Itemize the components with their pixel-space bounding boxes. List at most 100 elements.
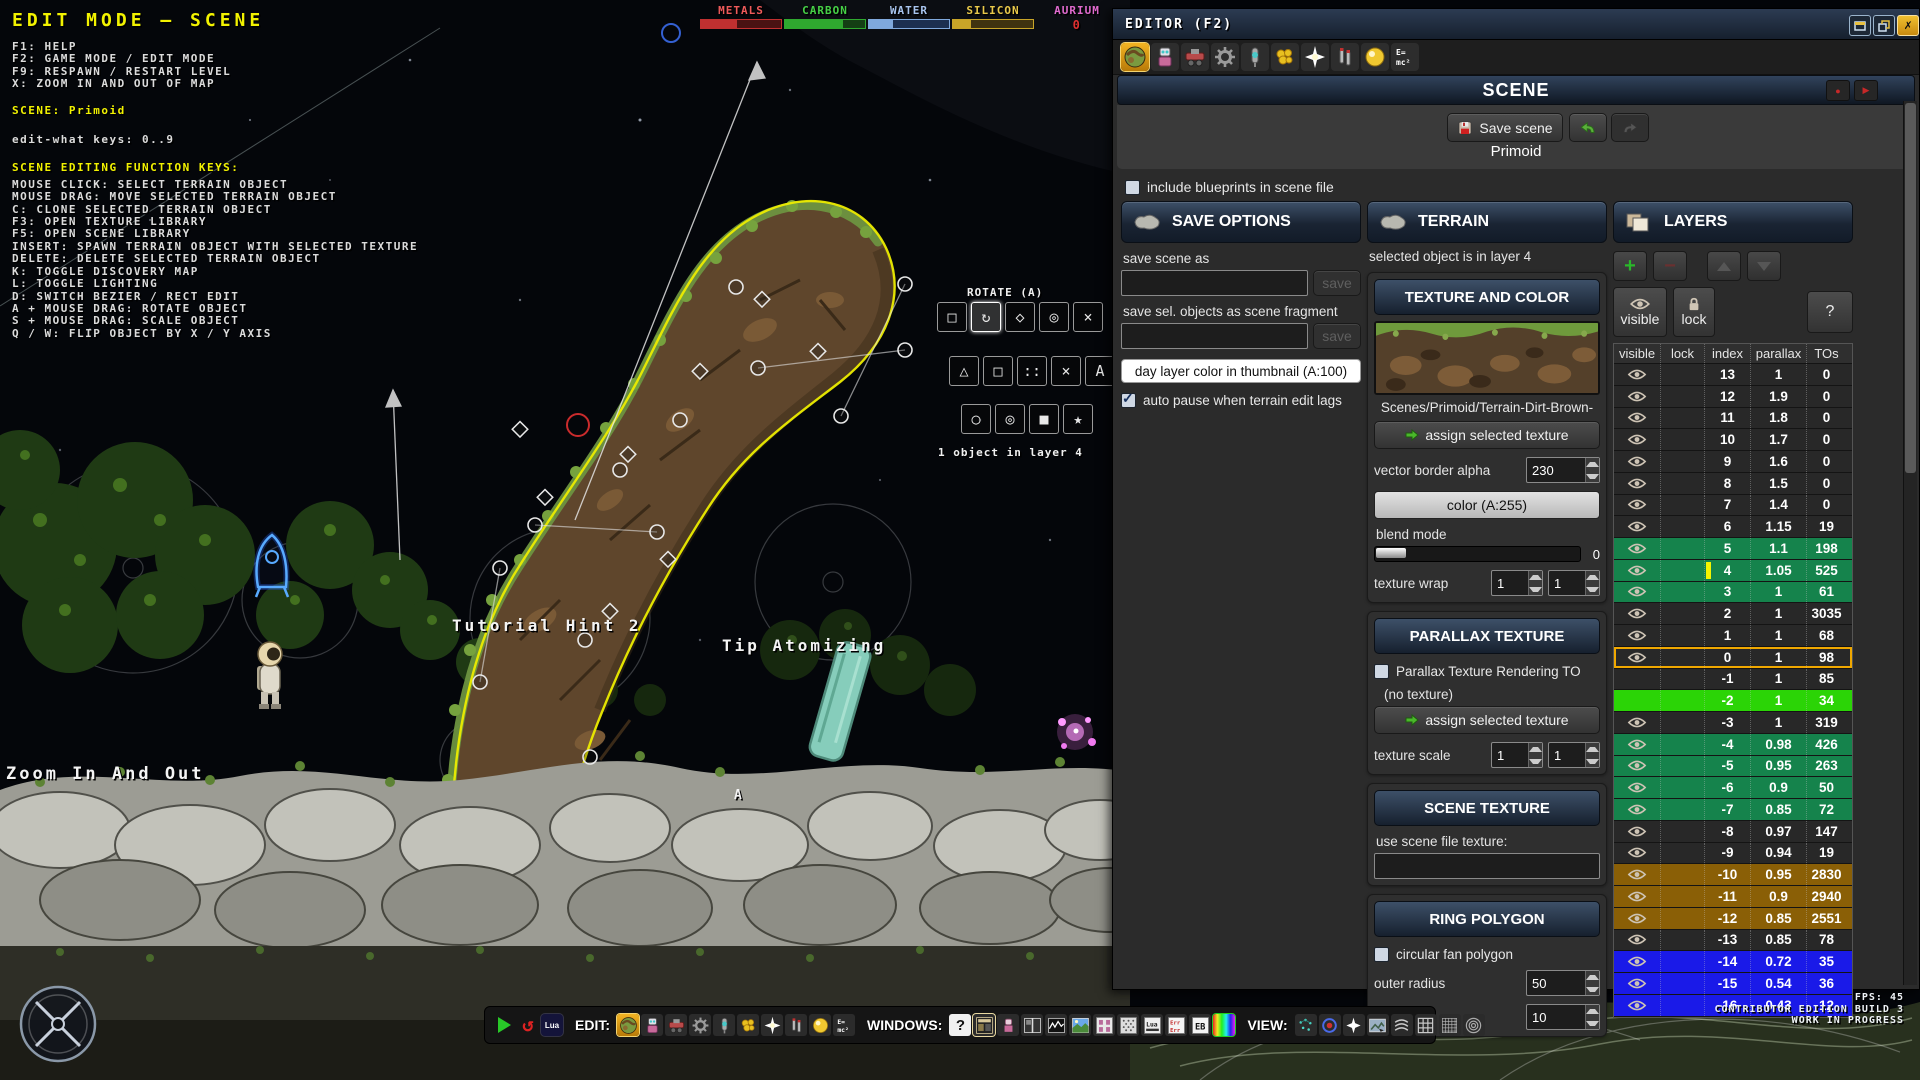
layer-row[interactable]: -120.852551 xyxy=(1614,908,1852,930)
eye-icon[interactable] xyxy=(1626,912,1648,925)
layer-row[interactable]: 0198 xyxy=(1614,647,1852,669)
layer-row[interactable]: -40.98426 xyxy=(1614,734,1852,756)
layer-cell-visible[interactable] xyxy=(1614,690,1660,711)
layer-cell-visible[interactable] xyxy=(1614,364,1660,385)
fine-grid-icon[interactable] xyxy=(1439,1014,1461,1036)
landscape-window-icon[interactable] xyxy=(1069,1014,1091,1036)
emc2-icon[interactable]: E=mc² xyxy=(1391,43,1419,71)
save-scene-button[interactable]: Save scene xyxy=(1447,113,1563,142)
bezier-tool[interactable]: ◇ xyxy=(1005,302,1035,332)
fragment-save-button[interactable]: save xyxy=(1313,323,1361,349)
layer-row[interactable]: 71.40 xyxy=(1614,495,1852,517)
layer-cell-visible[interactable] xyxy=(1614,495,1660,516)
eye-icon[interactable] xyxy=(1626,977,1648,990)
gear-icon[interactable] xyxy=(689,1014,711,1036)
cut-tool[interactable]: × xyxy=(1073,302,1103,332)
layer-cell-visible[interactable] xyxy=(1614,451,1660,472)
layer-row[interactable]: -90.9419 xyxy=(1614,843,1852,865)
layer-cell-visible[interactable] xyxy=(1614,560,1660,581)
eye-icon[interactable] xyxy=(1626,803,1648,816)
swirl-icon[interactable] xyxy=(1391,1014,1413,1036)
layer-cell-visible[interactable] xyxy=(1614,908,1660,929)
layer-cell-visible[interactable] xyxy=(1614,386,1660,407)
eye-icon[interactable] xyxy=(1626,498,1648,511)
ring-tool[interactable]: ○ xyxy=(961,404,991,434)
eye-icon[interactable] xyxy=(1626,520,1648,533)
missiles-icon[interactable] xyxy=(785,1014,807,1036)
gold-icon[interactable] xyxy=(737,1014,759,1036)
split-window-icon[interactable] xyxy=(1021,1014,1043,1036)
layer-cell-visible[interactable] xyxy=(1614,864,1660,885)
eye-icon[interactable] xyxy=(1626,716,1648,729)
eye-icon[interactable] xyxy=(1626,585,1648,598)
orb-icon[interactable] xyxy=(809,1014,831,1036)
points-tool[interactable]: :: xyxy=(1017,356,1047,386)
orbit-dot-icon[interactable] xyxy=(1319,1014,1341,1036)
particles-icon[interactable] xyxy=(1295,1014,1317,1036)
eye-icon[interactable] xyxy=(1626,933,1648,946)
eye-icon[interactable] xyxy=(1626,564,1648,577)
eye-icon[interactable] xyxy=(1626,542,1648,555)
restart-button[interactable]: ↺ xyxy=(517,1014,539,1036)
layer-row[interactable]: 101.70 xyxy=(1614,429,1852,451)
layer-cell-visible[interactable] xyxy=(1614,582,1660,603)
probe-icon[interactable] xyxy=(713,1014,735,1036)
layer-cell-visible[interactable] xyxy=(1614,951,1660,972)
layers-help-button[interactable]: ? xyxy=(1807,291,1853,333)
layer-row[interactable]: -1185 xyxy=(1614,669,1852,691)
blend-mode-slider[interactable] xyxy=(1374,546,1581,562)
eye-icon[interactable] xyxy=(1626,651,1648,664)
layer-cell-visible[interactable] xyxy=(1614,538,1660,559)
eb-window-icon[interactable]: EB xyxy=(1189,1014,1211,1036)
text-tool[interactable]: A xyxy=(1085,356,1115,386)
toggle-visible-button[interactable]: visible xyxy=(1613,287,1667,337)
panel-scrollbar[interactable] xyxy=(1903,101,1917,985)
orb-icon[interactable] xyxy=(1361,43,1389,71)
save-scene-as-input[interactable] xyxy=(1121,270,1308,296)
layer-row[interactable]: 51.1198 xyxy=(1614,538,1852,560)
scene-texture-input[interactable] xyxy=(1374,853,1600,879)
layer-row[interactable]: -60.950 xyxy=(1614,777,1852,799)
assign-texture-button[interactable]: assign selected texture xyxy=(1374,421,1600,449)
auto-pause-checkbox[interactable] xyxy=(1121,393,1136,408)
circular-fan-checkbox[interactable] xyxy=(1374,947,1389,962)
layer-cell-visible[interactable] xyxy=(1614,429,1660,450)
layer-row[interactable]: 213035 xyxy=(1614,603,1852,625)
add-layer-button[interactable]: + xyxy=(1613,251,1647,281)
layer-row[interactable]: 41.05525 xyxy=(1614,560,1852,582)
eye-icon[interactable] xyxy=(1626,411,1648,424)
layer-cell-visible[interactable] xyxy=(1614,995,1660,1016)
undo-button[interactable] xyxy=(1569,113,1607,142)
robot-icon[interactable] xyxy=(641,1014,663,1036)
scrollbar-thumb[interactable] xyxy=(1905,103,1916,473)
lua-window-icon[interactable]: Lua xyxy=(1141,1014,1163,1036)
layer-cell-visible[interactable] xyxy=(1614,821,1660,842)
rings-icon[interactable] xyxy=(1463,1014,1485,1036)
eye-icon[interactable] xyxy=(1626,368,1648,381)
layer-cell-visible[interactable] xyxy=(1614,886,1660,907)
layer-row[interactable]: 1168 xyxy=(1614,625,1852,647)
lua-console-button[interactable]: Lua xyxy=(541,1014,563,1036)
eye-icon[interactable] xyxy=(1626,846,1648,859)
layer-cell-visible[interactable] xyxy=(1614,625,1660,646)
layer-row[interactable]: -50.95263 xyxy=(1614,756,1852,778)
layer-row[interactable]: -100.952830 xyxy=(1614,864,1852,886)
color-button[interactable]: color (A:255) xyxy=(1374,491,1600,519)
planet-icon[interactable] xyxy=(1121,43,1149,71)
photo-arrow-icon[interactable] xyxy=(1367,1014,1389,1036)
layer-cell-visible[interactable] xyxy=(1614,647,1660,668)
save-scene-as-button[interactable]: save xyxy=(1313,270,1361,296)
layer-row[interactable]: -110.92940 xyxy=(1614,886,1852,908)
layer-cell-visible[interactable] xyxy=(1614,843,1660,864)
eye-icon[interactable] xyxy=(1626,433,1648,446)
eye-icon[interactable] xyxy=(1626,477,1648,490)
parallax-checkbox[interactable] xyxy=(1374,664,1389,679)
move-tool[interactable]: □ xyxy=(937,302,967,332)
explosion-icon[interactable] xyxy=(1301,43,1329,71)
parallax-assign-button[interactable]: assign selected texture xyxy=(1374,706,1600,734)
rect-tool[interactable]: □ xyxy=(983,356,1013,386)
move-layer-up-button[interactable] xyxy=(1707,251,1741,281)
star-tool[interactable]: ★ xyxy=(1063,404,1093,434)
errors-window-icon[interactable]: ErrErr xyxy=(1165,1014,1187,1036)
texture-scale-x-spinner[interactable]: 1 xyxy=(1491,742,1543,768)
